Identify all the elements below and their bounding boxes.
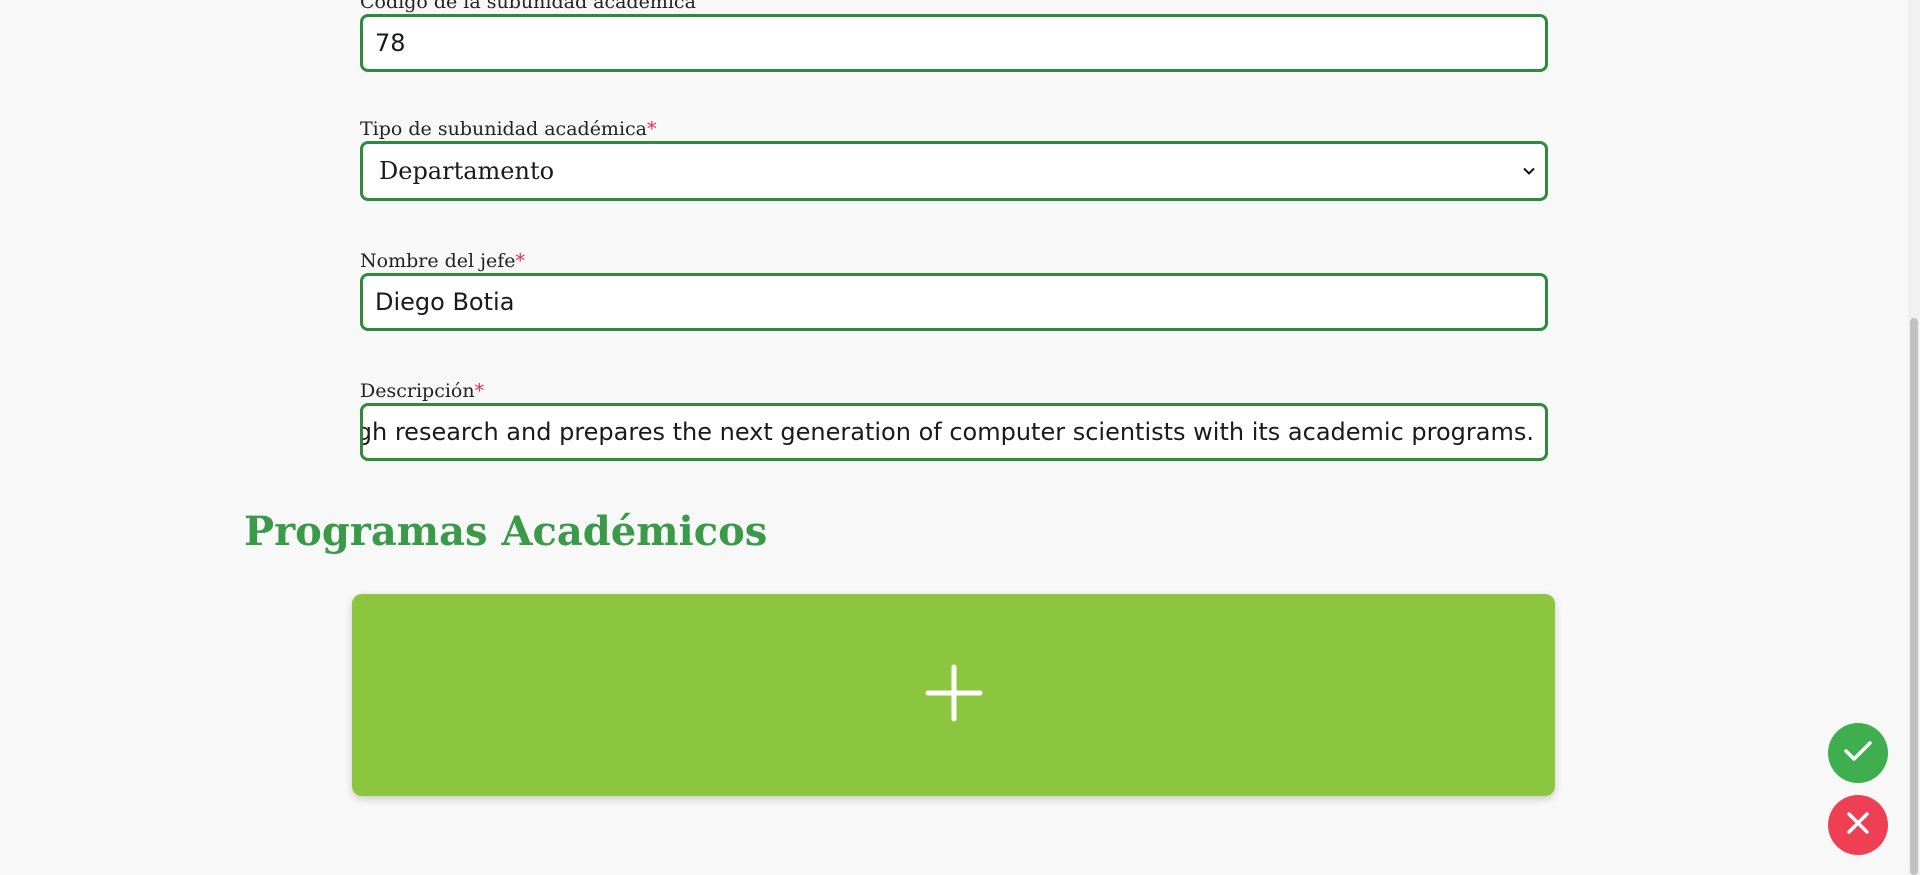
codigo-field: Código de la subunidad académica 78: [360, 0, 1548, 72]
codigo-label: Código de la subunidad académica: [360, 0, 1548, 14]
page: Código de la subunidad académica 78 Tipo…: [0, 0, 1920, 875]
check-icon: [1843, 739, 1873, 767]
jefe-value: Diego Botia: [375, 288, 515, 316]
scrollbar[interactable]: [1908, 0, 1920, 875]
add-program-button[interactable]: [352, 594, 1555, 796]
descripcion-label: Descripción*: [360, 379, 1548, 403]
programas-title: Programas Académicos: [244, 508, 768, 555]
jefe-input[interactable]: Diego Botia: [360, 273, 1548, 331]
codigo-value: 78: [375, 29, 406, 57]
cancel-button[interactable]: [1828, 795, 1888, 855]
descripcion-required-mark: *: [474, 380, 485, 402]
jefe-label: Nombre del jefe*: [360, 249, 1548, 273]
tipo-select[interactable]: Departamento: [360, 141, 1548, 201]
descripcion-field: Descripción* ough research and prepares …: [360, 379, 1548, 461]
tipo-label-text: Tipo de subunidad académica: [360, 118, 647, 140]
scrollbar-thumb[interactable]: [1910, 318, 1918, 875]
descripcion-label-text: Descripción: [360, 380, 475, 402]
jefe-required-mark: *: [515, 250, 526, 272]
jefe-field: Nombre del jefe* Diego Botia: [360, 249, 1548, 331]
codigo-input[interactable]: 78: [360, 14, 1548, 72]
tipo-field: Tipo de subunidad académica* Departament…: [360, 117, 1548, 201]
descripcion-input[interactable]: ough research and prepares the next gene…: [360, 403, 1548, 461]
chevron-down-icon: [1523, 165, 1535, 177]
tipo-selected-value: Departamento: [379, 157, 555, 185]
jefe-label-text: Nombre del jefe: [360, 250, 516, 272]
descripcion-value: ough research and prepares the next gene…: [360, 418, 1534, 446]
codigo-label-text: Código de la subunidad académica: [360, 0, 696, 13]
tipo-label: Tipo de subunidad académica*: [360, 117, 1548, 141]
plus-icon: [925, 664, 983, 726]
tipo-required-mark: *: [647, 118, 657, 140]
close-icon: [1846, 811, 1870, 839]
confirm-button[interactable]: [1828, 723, 1888, 783]
